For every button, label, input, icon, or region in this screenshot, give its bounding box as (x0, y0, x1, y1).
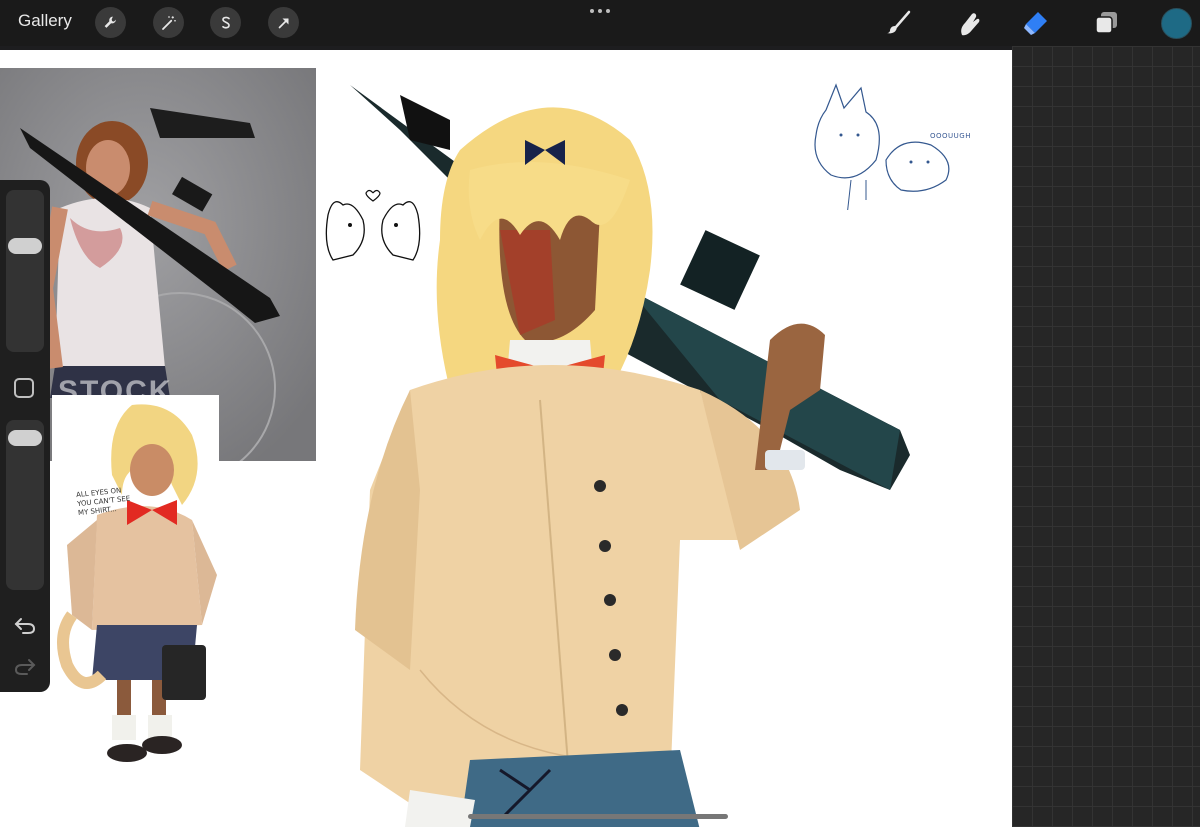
selection-button[interactable] (210, 7, 241, 38)
adjustments-button[interactable] (153, 7, 184, 38)
magic-wand-icon (161, 15, 176, 30)
gallery-button[interactable]: Gallery (18, 11, 72, 31)
reference-sketch (52, 395, 219, 775)
workspace-background (1012, 46, 1200, 827)
modify-button[interactable] (14, 378, 34, 398)
selection-icon (221, 16, 230, 29)
layers-icon[interactable] (1092, 8, 1122, 38)
eraser-icon[interactable] (1021, 8, 1051, 38)
brush-opacity-handle[interactable] (8, 430, 42, 446)
transform-arrow-icon (278, 17, 289, 28)
redo-icon[interactable] (13, 654, 37, 678)
wrench-icon (104, 16, 116, 28)
actions-button[interactable] (95, 7, 126, 38)
brush-size-handle[interactable] (8, 238, 42, 254)
brush-size-slider[interactable] (6, 190, 44, 352)
transform-button[interactable] (268, 7, 299, 38)
more-options-icon[interactable] (588, 3, 612, 19)
main-character-artwork (350, 85, 910, 827)
smudge-icon[interactable] (953, 8, 983, 38)
brush-sidebar (0, 180, 50, 692)
brush-icon[interactable] (884, 8, 914, 38)
top-toolbar: Gallery (0, 0, 1200, 46)
drawing-canvas[interactable]: STOCK ALL EYES ON YOU CAN'T SEE MY SHIRT… (0, 50, 1012, 827)
color-picker-swatch[interactable] (1161, 8, 1192, 39)
undo-icon[interactable] (13, 613, 37, 637)
home-indicator (468, 814, 728, 819)
